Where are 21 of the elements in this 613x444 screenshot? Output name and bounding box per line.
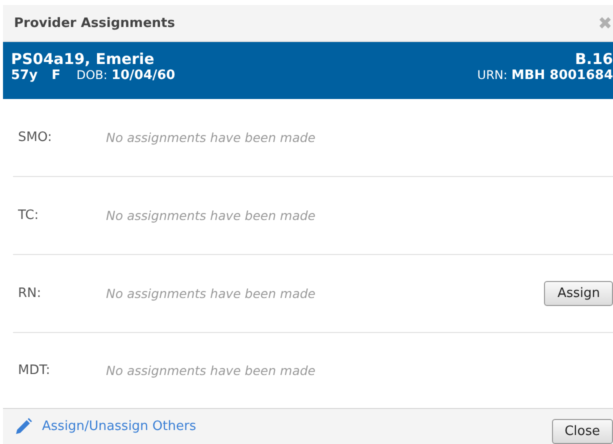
urn-label: URN: (477, 68, 508, 82)
role-label: SMO: (17, 130, 53, 145)
patient-age: 57y (11, 68, 38, 84)
dob-value: 10/04/60 (111, 68, 176, 84)
dob-label: DOB: (76, 68, 108, 82)
role-label: TC: (17, 208, 40, 223)
empty-message: No assignments have been made (106, 362, 316, 378)
empty-message: No assignments have been made (106, 286, 316, 301)
dialog-title: Provider Assignments (14, 16, 175, 31)
assign-others-link[interactable]: Assign/Unassign Others (42, 418, 196, 434)
patient-sex: F (52, 68, 60, 84)
empty-message: No assignments have been made (106, 208, 316, 223)
urn-value: MBH 8001684 (511, 68, 613, 84)
role-label: MDT: (17, 362, 52, 378)
assign-button[interactable]: Assign (544, 280, 613, 306)
close-button[interactable]: Close (552, 418, 613, 444)
patient-name: PS04a19, Emerie (11, 50, 154, 68)
role-label: RN: (17, 286, 42, 301)
empty-message: No assignments have been made (106, 130, 316, 145)
bed-number: B.16 (574, 50, 613, 68)
pencil-icon[interactable] (15, 418, 32, 435)
